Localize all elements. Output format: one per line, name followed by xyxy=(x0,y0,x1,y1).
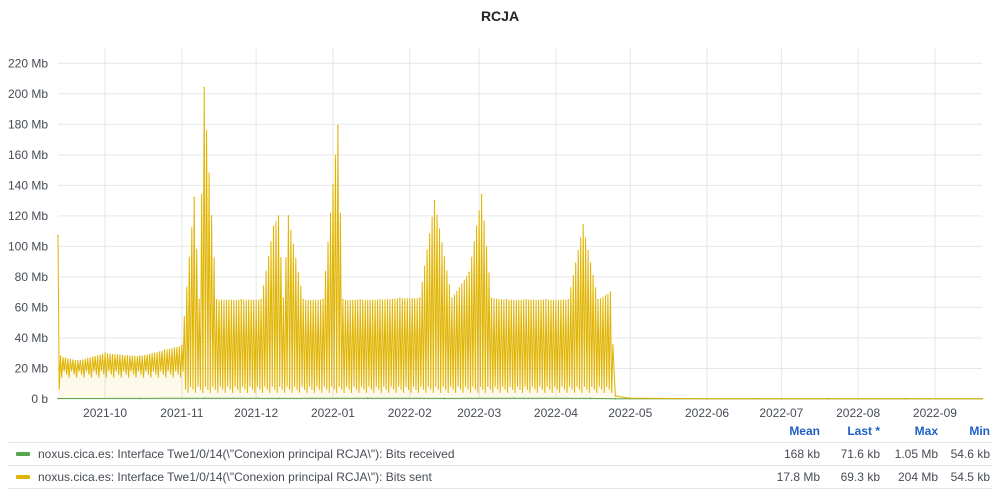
data-point xyxy=(203,86,205,89)
legend-header-max[interactable]: Max xyxy=(880,424,938,440)
data-point xyxy=(780,397,783,400)
data-point xyxy=(322,299,324,301)
time-series-chart[interactable]: 0 b 20 Mb 40 Mb 60 Mb 80 Mb 100 Mb 120 Mb 140 M… xyxy=(0,0,1000,420)
data-point xyxy=(215,299,218,301)
data-point xyxy=(706,397,708,400)
x-tick-label: 2022-02 xyxy=(388,406,432,420)
legend-row-bits-received[interactable]: noxus.cica.es: Interface Twe1/0/14(\"Con… xyxy=(8,442,992,465)
data-point xyxy=(181,344,183,347)
legend-row-bits-sent[interactable]: noxus.cica.es: Interface Twe1/0/14(\"Con… xyxy=(8,465,992,489)
series-bits-sent[interactable] xyxy=(57,86,983,400)
data-point xyxy=(302,299,305,301)
data-point xyxy=(480,193,483,196)
data-point xyxy=(337,125,339,127)
data-point xyxy=(57,234,59,237)
y-tick-label: 160 Mb xyxy=(8,148,48,162)
data-point xyxy=(277,215,280,217)
y-tick-label: 100 Mb xyxy=(8,239,48,253)
data-point xyxy=(582,224,584,226)
y-tick-label: 40 Mb xyxy=(15,331,49,345)
legend-swatch-received[interactable] xyxy=(16,452,30,456)
data-point xyxy=(857,397,859,400)
y-tick-label: 0 b xyxy=(31,392,48,406)
data-point xyxy=(399,297,401,300)
y-tick-label: 120 Mb xyxy=(8,209,48,223)
x-tick-label: 2022-04 xyxy=(534,406,578,420)
data-point xyxy=(138,355,141,358)
y-tick-label: 80 Mb xyxy=(15,270,49,284)
data-point xyxy=(614,395,617,397)
legend-min-value: 54.5 kb xyxy=(950,470,990,484)
legend-header-mean[interactable]: Mean xyxy=(763,424,820,440)
legend-series-name[interactable]: noxus.cica.es: Interface Twe1/0/14(\"Con… xyxy=(38,470,763,484)
legend-max-value: 1.05 Mb xyxy=(894,447,938,461)
x-tick-label: 2022-01 xyxy=(311,406,355,420)
data-point xyxy=(260,299,262,301)
x-tick-label: 2022-08 xyxy=(836,406,880,420)
data-point xyxy=(342,299,344,301)
y-tick-label: 140 Mb xyxy=(8,178,48,192)
data-point xyxy=(282,297,285,300)
series-layer xyxy=(57,86,983,400)
legend-header-min[interactable]: Min xyxy=(938,424,992,440)
legend-swatch-sent[interactable] xyxy=(16,475,30,479)
data-point xyxy=(59,355,62,358)
data-point xyxy=(545,299,547,301)
legend-header-last[interactable]: Last * xyxy=(820,424,880,440)
legend-last-value: 69.3 kb xyxy=(840,470,880,484)
x-tick-label: 2021-11 xyxy=(160,406,203,420)
legend-header: Mean Last * Max Min xyxy=(763,424,992,440)
y-tick-label: 200 Mb xyxy=(8,87,48,101)
y-tick-label: 180 Mb xyxy=(8,117,48,131)
data-point xyxy=(418,297,421,300)
legend-min-value: 54.6 kb xyxy=(950,447,990,461)
x-tick-label: 2022-05 xyxy=(608,406,652,420)
data-point xyxy=(505,299,508,301)
chart-panel: RCJA 0 b 20 Mb 40 Mb 60 Mb 80 Mb 100 Mb 120 Mb… xyxy=(0,0,1000,500)
legend-mean-value: 168 kb xyxy=(783,447,820,461)
legend-last-value: 71.6 kb xyxy=(840,447,880,461)
data-point xyxy=(77,360,79,362)
y-tick-label: 20 Mb xyxy=(15,361,49,375)
data-point xyxy=(359,299,362,301)
data-point xyxy=(490,297,493,300)
y-axis: 0 b 20 Mb 40 Mb 60 Mb 80 Mb 100 Mb 120 Mb 140 M… xyxy=(8,56,48,406)
data-point xyxy=(525,299,527,301)
data-point xyxy=(597,299,599,301)
x-tick-label: 2022-06 xyxy=(685,406,729,420)
y-tick-label: 220 Mb xyxy=(8,56,48,70)
data-point xyxy=(468,271,471,274)
data-point xyxy=(567,299,570,301)
data-point xyxy=(609,291,612,294)
x-tick-label: 2022-07 xyxy=(759,406,803,420)
data-point xyxy=(629,397,631,400)
legend-series-name[interactable]: noxus.cica.es: Interface Twe1/0/14(\"Con… xyxy=(38,447,763,461)
data-point xyxy=(433,199,436,202)
x-tick-label: 2022-09 xyxy=(913,406,957,420)
data-point xyxy=(272,225,275,228)
data-point xyxy=(193,196,195,199)
x-tick-label: 2022-03 xyxy=(457,406,501,420)
data-point xyxy=(451,297,453,300)
data-point xyxy=(981,397,983,400)
legend-max-value: 204 Mb xyxy=(897,470,938,484)
x-tick-label: 2021-10 xyxy=(83,406,127,420)
data-point xyxy=(379,299,381,301)
x-tick-label: 2021-12 xyxy=(234,406,278,420)
data-point xyxy=(163,349,166,352)
data-point xyxy=(240,299,243,301)
x-axis: 2021-10 2021-11 2021-12 2022-01 2022-02 2022-… xyxy=(83,406,957,420)
y-tick-label: 60 Mb xyxy=(15,300,49,314)
data-point xyxy=(287,215,290,217)
data-point xyxy=(104,352,106,355)
data-point xyxy=(198,299,200,301)
legend-mean-value: 17.8 Mb xyxy=(776,470,820,484)
